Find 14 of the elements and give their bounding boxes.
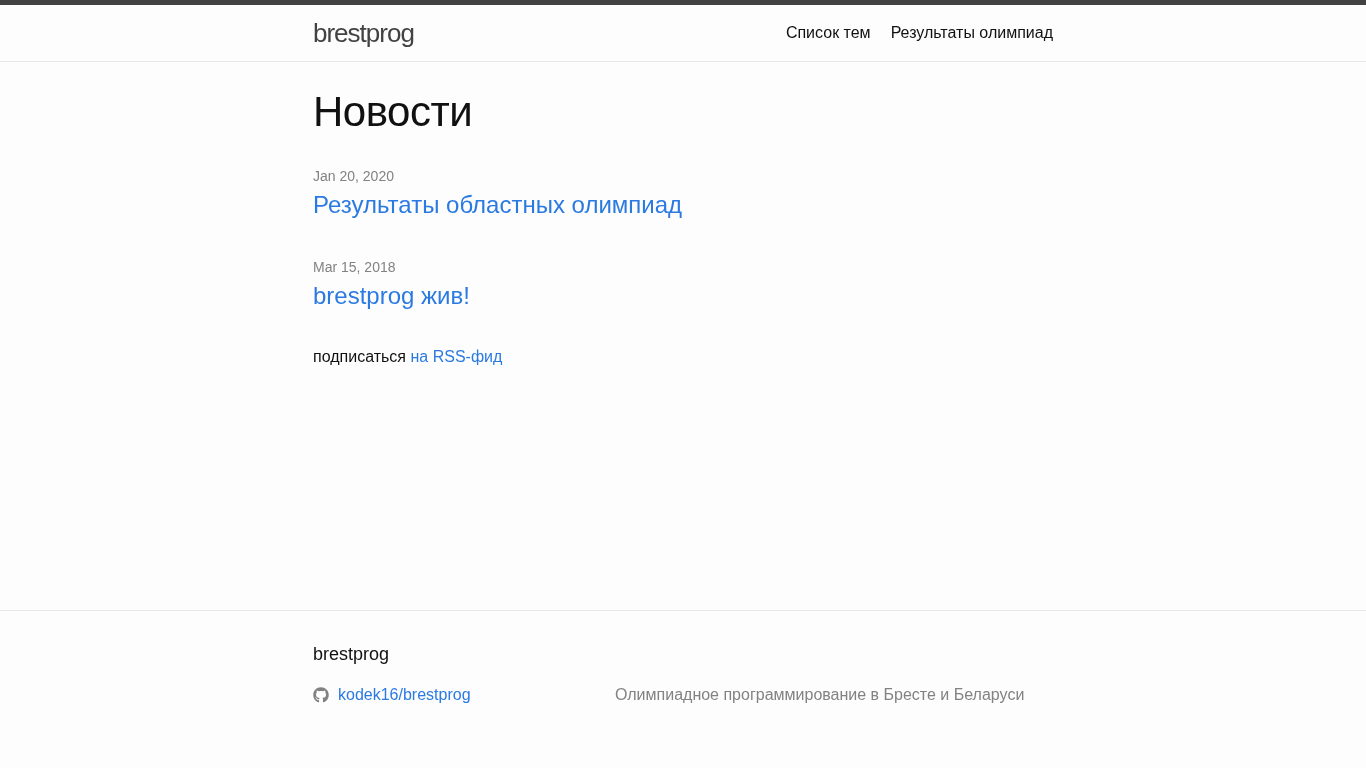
post-date: Mar 15, 2018 xyxy=(313,258,396,277)
site-title-link[interactable]: brestprog xyxy=(313,16,414,50)
post-date: Jan 20, 2020 xyxy=(313,167,394,186)
post-title-link[interactable]: Результаты областных олимпиад xyxy=(313,190,683,220)
page-title: Новости xyxy=(313,87,474,137)
github-link[interactable]: kodek16/brestprog xyxy=(313,683,471,707)
nav-link[interactable]: Список тем xyxy=(785,21,871,45)
footer-description: Олимпиадное программирование в Бресте и Беларуси xyxy=(615,685,1026,705)
rss-feed-link[interactable]: на RSS-фид xyxy=(410,348,503,365)
post-title-link[interactable]: brestprog жив! xyxy=(313,281,470,311)
nav-link[interactable]: Результаты олимпиад xyxy=(890,21,1053,45)
github-icon xyxy=(313,687,329,703)
footer-title: brestprog xyxy=(313,643,391,666)
rss-subscribe-text: подписаться на RSS-фид xyxy=(313,347,504,367)
